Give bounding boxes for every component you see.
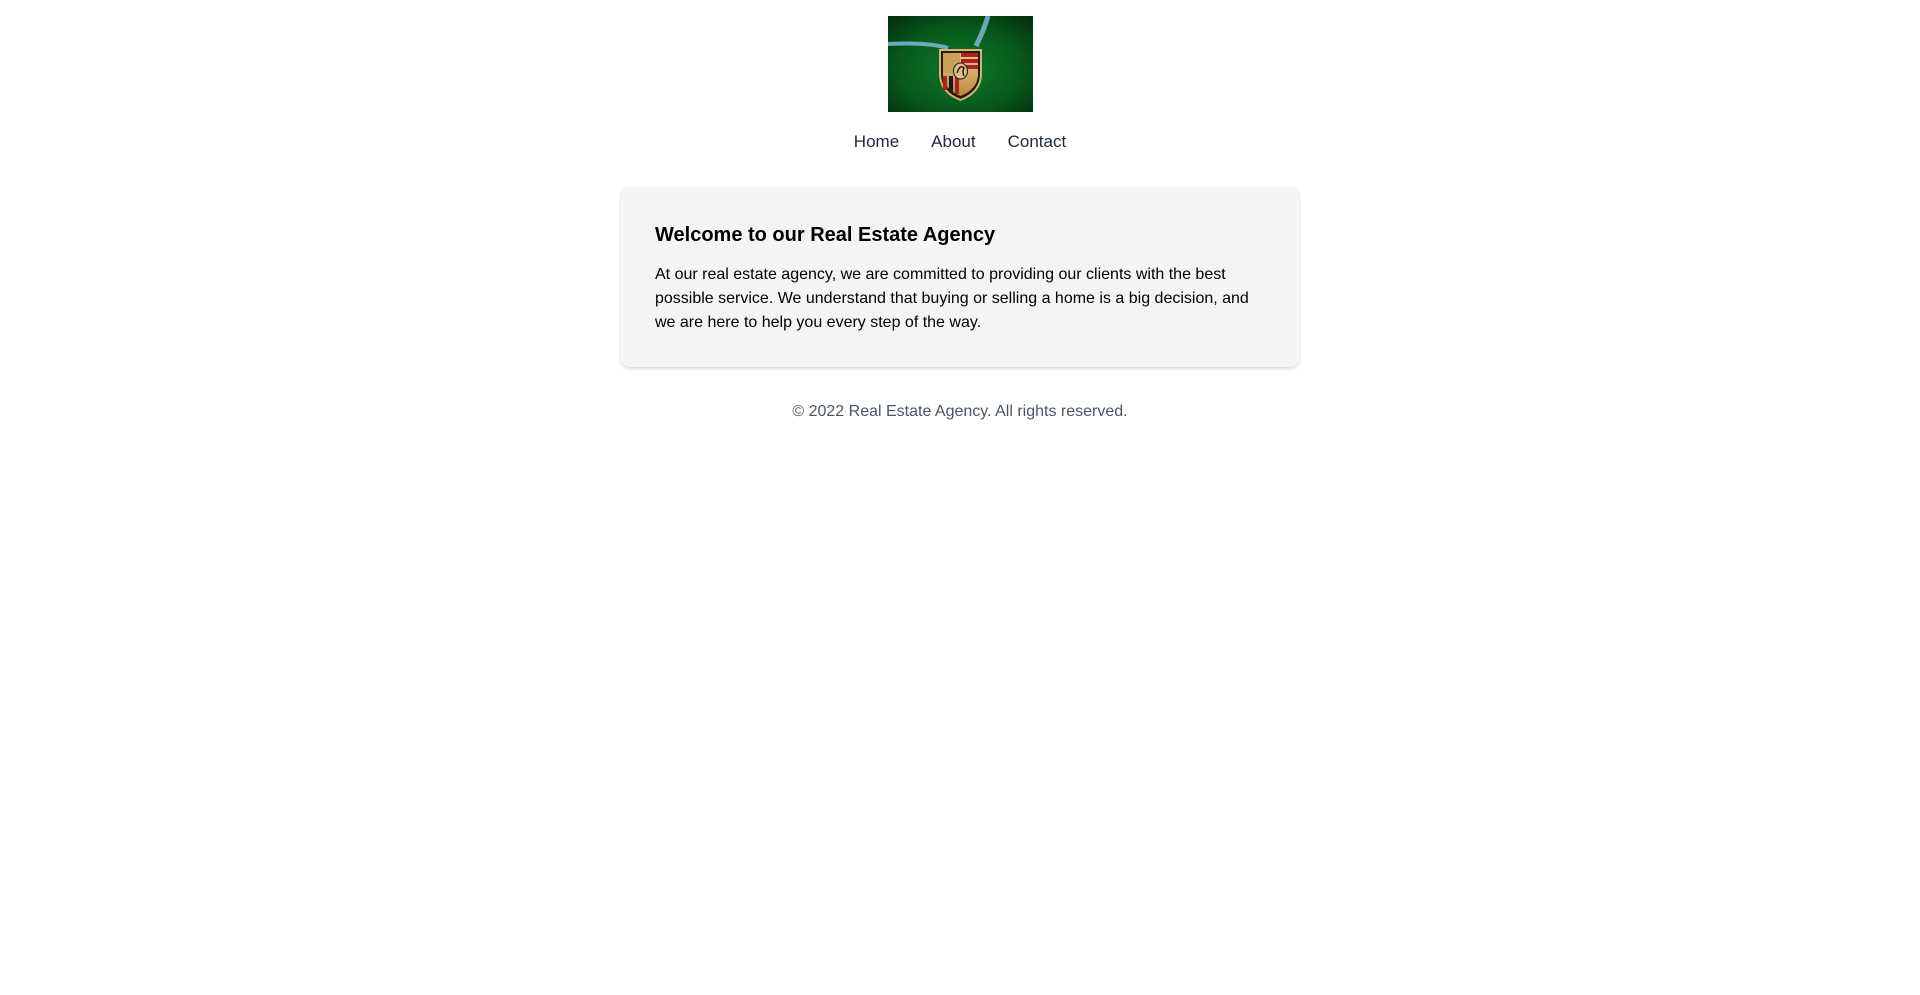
site-header: Home About Contact xyxy=(0,0,1920,153)
welcome-title: Welcome to our Real Estate Agency xyxy=(655,224,996,246)
nav-contact-link[interactable]: Contact xyxy=(1008,131,1067,153)
logo-image[interactable] xyxy=(887,16,1033,112)
nav-about-link[interactable]: About xyxy=(931,131,975,153)
site-footer: © 2022 Real Estate Agency. All rights re… xyxy=(0,401,1920,423)
welcome-card: Welcome to our Real Estate Agency At our… xyxy=(621,187,1299,367)
porsche-crest-logo-icon xyxy=(887,16,1033,112)
page: Home About Contact Welcome to our Real E… xyxy=(0,0,1920,995)
nav-home-link[interactable]: Home xyxy=(854,131,899,153)
main-nav: Home About Contact xyxy=(854,131,1066,153)
welcome-description: At our real estate agency, we are commit… xyxy=(655,266,1249,331)
copyright-text: © 2022 Real Estate Agency. All rights re… xyxy=(792,403,1128,420)
